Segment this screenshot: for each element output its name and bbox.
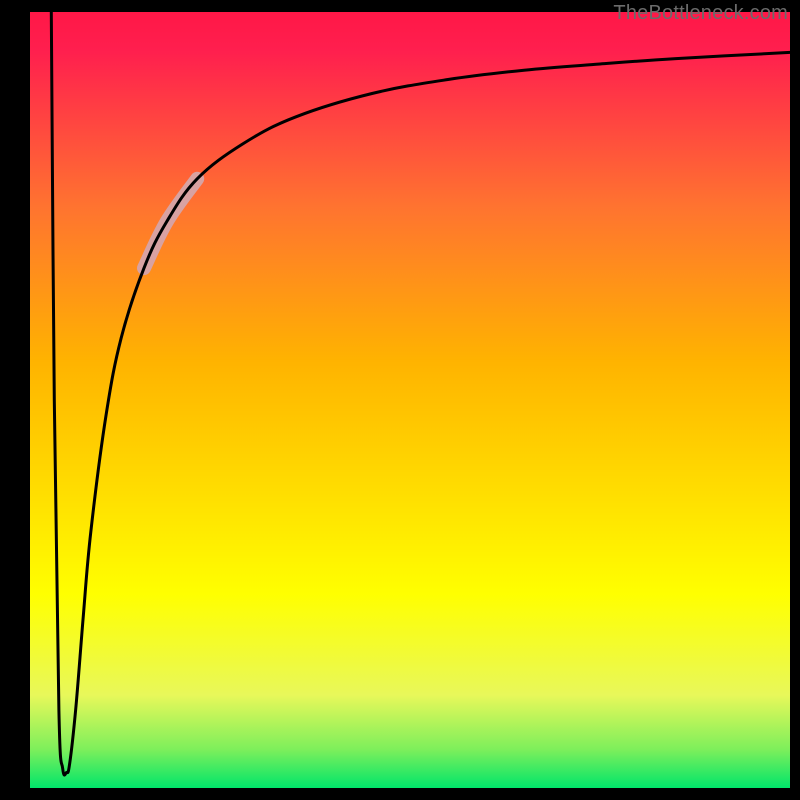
plot-background <box>30 12 790 788</box>
watermark-text: TheBottleneck.com <box>613 2 788 25</box>
frame-right <box>790 0 800 800</box>
chart-container <box>0 0 800 800</box>
frame-left <box>0 0 30 800</box>
chart-svg <box>0 0 800 800</box>
frame-bottom <box>0 788 800 800</box>
